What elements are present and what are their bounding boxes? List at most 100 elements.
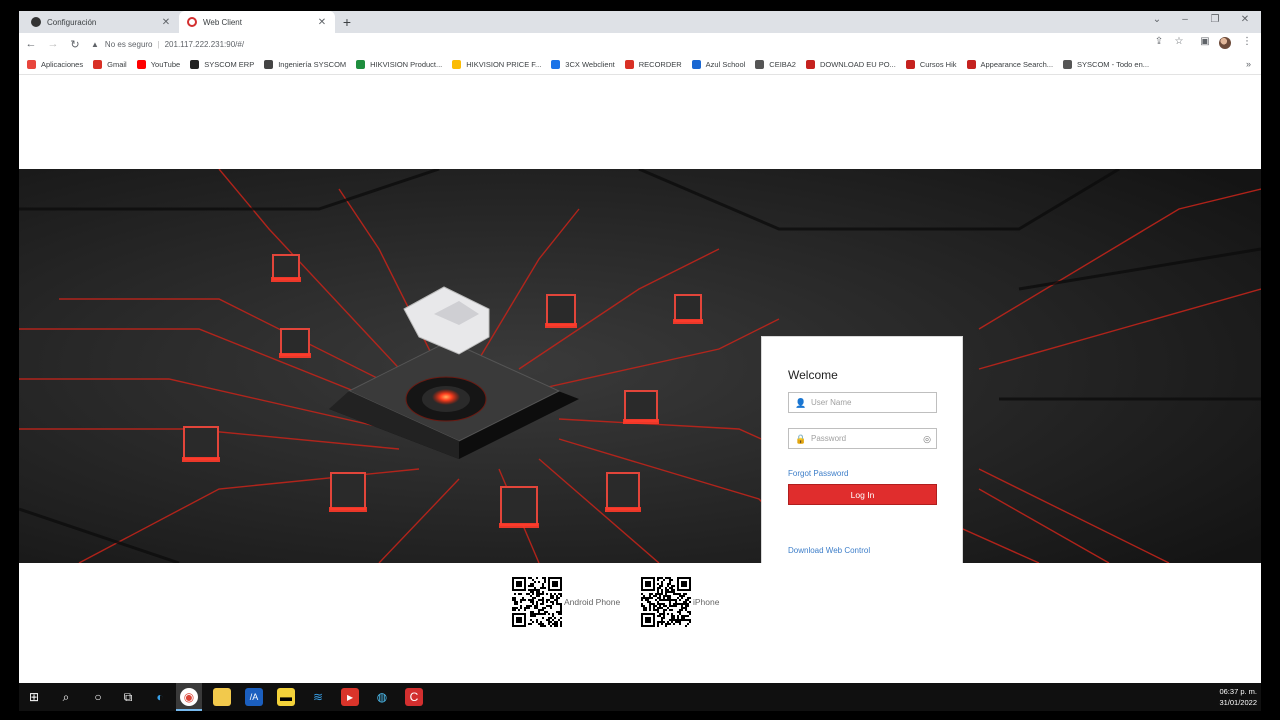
bookmark-label: HIKVISION PRICE F... [466, 60, 542, 69]
bookmark-item[interactable]: YouTube [136, 60, 181, 69]
reload-icon[interactable]: ↻ [65, 38, 85, 51]
bookmark-label: CEIBA2 [769, 60, 796, 69]
browser-window: Configuración ✕ Web Client ✕ + ⌄ – ❐ ✕ ←… [19, 11, 1261, 683]
bookmark-item[interactable]: HIKVISION Product... [356, 60, 442, 69]
search-icon[interactable]: ⌕ [57, 688, 75, 706]
page-content: Welcome 👤 User Name 🔒 Password ◎ Forgot … [19, 76, 1261, 683]
youtube-icon [136, 60, 146, 69]
tab-strip: Configuración ✕ Web Client ✕ + ⌄ – ❐ ✕ [19, 11, 1261, 33]
bookmark-item[interactable]: Gmail [93, 60, 127, 69]
bookmark-item[interactable]: DOWNLOAD EU PO... [805, 60, 896, 69]
user-icon: 👤 [795, 397, 807, 408]
azul-icon [691, 60, 701, 69]
new-tab-button[interactable]: + [339, 14, 355, 30]
bookmark-label: 3CX Webclient [565, 60, 615, 69]
password-field[interactable]: 🔒 Password ◎ [788, 428, 937, 449]
wifi-app-icon[interactable]: ≋ [309, 688, 327, 706]
star-icon[interactable]: ☆ [1171, 36, 1187, 47]
browser-app-icon[interactable]: ◍ [373, 688, 391, 706]
bookmark-item[interactable]: CEIBA2 [755, 60, 796, 69]
tab-title: Web Client [203, 17, 242, 27]
avatar[interactable] [1219, 37, 1231, 49]
bookmark-label: Ingeniería SYSCOM [278, 60, 347, 69]
forward-arrow-icon[interactable]: → [43, 38, 63, 50]
security-status: No es seguro [104, 39, 153, 49]
address-bar[interactable]: ▲ No es seguro | 201.117.222.231:90/#/ [91, 35, 1177, 53]
hikcentral-app-icon[interactable]: C [405, 688, 423, 706]
bookmark-label: Appearance Search... [980, 60, 1054, 69]
hik-red-icon [966, 60, 976, 69]
recorder-icon [624, 60, 634, 69]
password-placeholder: Password [811, 434, 847, 443]
chrome-icon[interactable]: ◉ [180, 688, 198, 706]
screen: Configuración ✕ Web Client ✕ + ⌄ – ❐ ✕ ←… [0, 0, 1280, 720]
welcome-title: Welcome [788, 368, 838, 382]
warning-icon: ▲ [91, 39, 99, 49]
bookmark-item[interactable]: Appearance Search... [966, 60, 1054, 69]
bookmark-item[interactable]: Azul School [691, 60, 745, 69]
bookmark-label: Aplicaciones [41, 60, 84, 69]
system-clock[interactable]: 06:37 p. m. 31/01/2022 [1219, 686, 1257, 708]
bookmark-label: Cursos Hik [919, 60, 957, 69]
bookmark-item[interactable]: SYSCOM - Todo en... [1063, 60, 1149, 69]
recorder-app-icon[interactable]: ▸ [341, 688, 359, 706]
tab-configuracion[interactable]: Configuración ✕ [23, 11, 179, 33]
login-panel: Welcome 👤 User Name 🔒 Password ◎ Forgot … [761, 336, 963, 563]
hikcentral-circuit-illustration [19, 169, 1261, 563]
hik-product-icon [356, 60, 366, 69]
bookmarks-bar: Aplicaciones Gmail YouTube SYSCOM ERP Ingeni… [19, 55, 1261, 75]
file-explorer-icon[interactable] [213, 688, 231, 706]
close-icon[interactable]: ✕ [317, 17, 327, 28]
username-placeholder: User Name [811, 398, 852, 407]
bookmark-label: SYSCOM - Todo en... [1077, 60, 1150, 69]
bookmark-item[interactable]: Cursos Hik [905, 60, 957, 69]
download-web-control-link[interactable]: Download Web Control [788, 546, 870, 555]
bookmark-item[interactable]: SYSCOM ERP [190, 60, 254, 69]
bookmark-item[interactable]: HIKVISION PRICE F... [452, 60, 541, 69]
menu-dots-icon[interactable]: ⋮ [1239, 36, 1255, 47]
apps-grid-icon [27, 60, 36, 69]
share-icon[interactable]: ⇪ [1151, 36, 1167, 47]
clock-date: 31/01/2022 [1219, 698, 1257, 707]
bookmark-item[interactable]: Ingeniería SYSCOM [264, 60, 346, 69]
lock-icon: 🔒 [795, 433, 807, 444]
gmail-icon [93, 60, 103, 69]
taskbar: ⊞ ⌕ ○ ⧉ ◐ ◉ /A ▬ ≋ ▸ ◍ C 06:37 p. m. 31/… [19, 683, 1261, 711]
minimize-button[interactable]: – [1175, 14, 1195, 25]
close-icon[interactable]: ✕ [161, 17, 171, 28]
chevron-down-icon[interactable]: ⌄ [1147, 14, 1167, 25]
bookmark-label: RECORDER [638, 60, 682, 69]
android-label: Android Phone [564, 597, 621, 607]
android-qr-code[interactable] [512, 577, 562, 627]
bookmark-item[interactable]: 3CX Webclient [551, 60, 615, 69]
settings-favicon-icon [31, 17, 41, 27]
back-arrow-icon[interactable]: ← [21, 38, 41, 50]
bookmark-item[interactable]: Aplicaciones [27, 60, 83, 69]
tab-web-client[interactable]: Web Client ✕ [179, 11, 335, 33]
eye-slash-icon[interactable]: ◎ [923, 434, 931, 445]
more-bookmarks-icon[interactable]: » [1246, 59, 1251, 69]
side-panel-icon[interactable]: ▣ [1197, 36, 1213, 47]
drive-icon [452, 60, 462, 69]
username-field[interactable]: 👤 User Name [788, 392, 937, 413]
url-text: 201.117.222.231:90/#/ [164, 39, 245, 49]
cortana-icon[interactable]: ○ [89, 688, 107, 706]
syscom-icon [190, 60, 200, 69]
edge-icon[interactable]: ◐ [151, 688, 169, 706]
bookmark-label: YouTube [150, 60, 181, 69]
iphone-qr-code[interactable] [641, 577, 691, 627]
hikcentral-favicon-icon [187, 17, 197, 27]
iphone-label: iPhone [693, 597, 720, 607]
app-icon[interactable]: /A [245, 688, 263, 706]
task-view-icon[interactable]: ⧉ [119, 688, 137, 706]
sticky-notes-icon[interactable]: ▬ [277, 688, 295, 706]
bookmark-item[interactable]: RECORDER [624, 60, 682, 69]
gear-icon [264, 60, 274, 69]
windows-start-icon[interactable]: ⊞ [25, 688, 43, 706]
close-window-button[interactable]: ✕ [1235, 14, 1255, 25]
restore-button[interactable]: ❐ [1205, 14, 1225, 25]
login-button[interactable]: Log In [788, 484, 937, 505]
forgot-password-link[interactable]: Forgot Password [788, 469, 848, 478]
clock-time: 06:37 p. m. [1219, 687, 1257, 696]
hik-red-icon [905, 60, 915, 69]
